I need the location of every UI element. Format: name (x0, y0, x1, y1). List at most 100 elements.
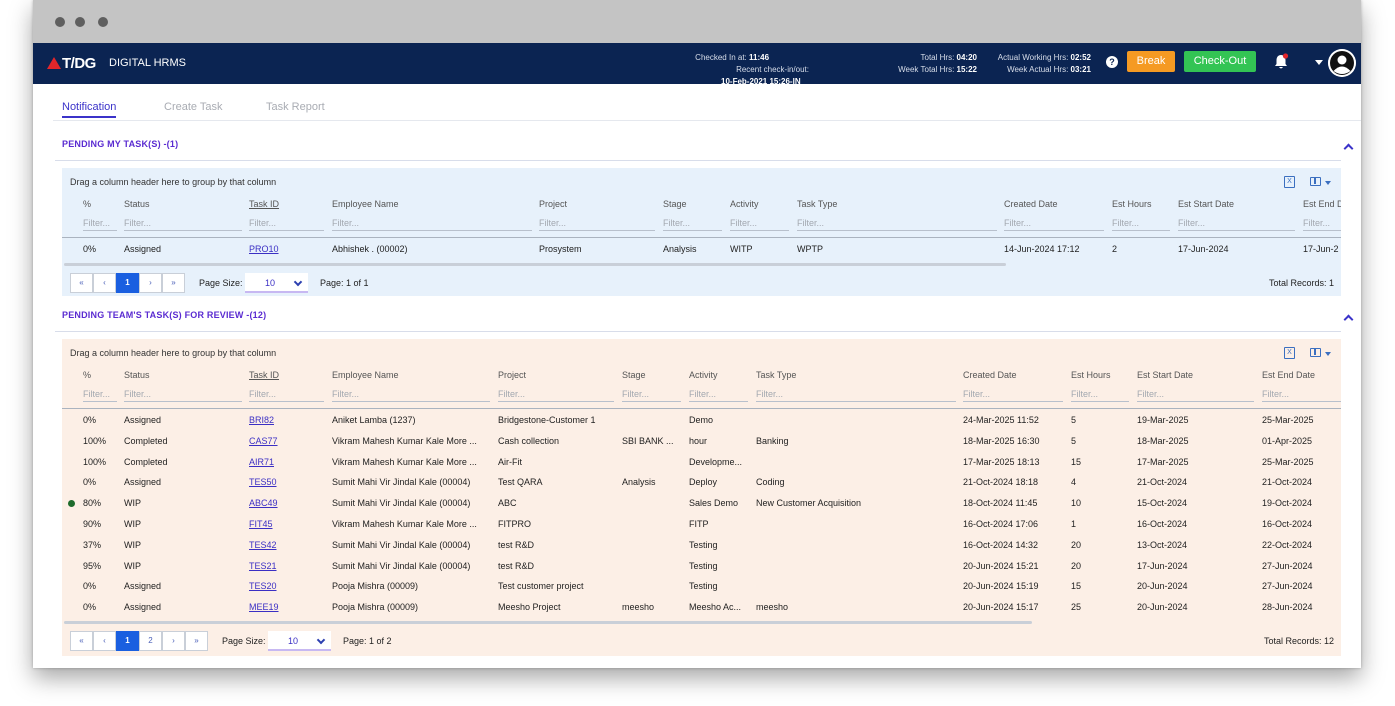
column-header[interactable]: Est End Date (1262, 370, 1315, 380)
column-header[interactable]: Stage (663, 199, 687, 209)
tab-notification[interactable]: Notification (62, 101, 117, 118)
column-header[interactable]: Task ID (249, 370, 279, 380)
column-header[interactable]: Task Type (756, 370, 796, 380)
column-header[interactable]: Employee Name (332, 370, 399, 380)
column-header[interactable]: % (83, 370, 91, 380)
help-icon[interactable]: ? (1106, 56, 1118, 68)
table-cell[interactable]: TES21 (249, 561, 277, 571)
table-cell: Coding (756, 477, 785, 488)
avatar[interactable] (1328, 49, 1356, 77)
column-header[interactable]: Created Date (963, 370, 1017, 380)
chevron-down-icon[interactable] (1325, 352, 1331, 356)
column-filter-input[interactable]: Filter... (498, 387, 614, 402)
column-filter-input[interactable]: Filter... (756, 387, 956, 402)
pager-next-button[interactable]: › (139, 273, 162, 293)
pager-last-button[interactable]: » (162, 273, 185, 293)
column-filter-input[interactable]: Filter... (539, 216, 655, 231)
table-cell[interactable]: TES42 (249, 540, 277, 550)
column-header[interactable]: Project (539, 199, 567, 209)
column-filter-input[interactable]: Filter... (249, 387, 324, 402)
table-cell[interactable]: AIR71 (249, 457, 274, 467)
table-cell[interactable]: TES20 (249, 581, 277, 591)
pager-first-button[interactable]: « (70, 631, 93, 651)
pager-page-button[interactable]: 1 (116, 631, 139, 651)
column-header[interactable]: Employee Name (332, 199, 399, 209)
column-header[interactable]: Stage (622, 370, 646, 380)
status-marker-icon (68, 500, 75, 508)
column-filter-input[interactable]: Filter... (1004, 216, 1104, 231)
horizontal-scrollbar[interactable] (64, 621, 1032, 624)
column-header[interactable]: Est Hours (1112, 199, 1152, 209)
column-filter-input[interactable]: Filter... (1178, 216, 1295, 231)
column-filter-input[interactable]: Filter... (332, 387, 490, 402)
pager-next-button[interactable]: › (162, 631, 185, 651)
table-cell: Sumit Mahi Vir Jindal Kale (00004) (332, 498, 471, 509)
column-filter-input[interactable]: Filter... (1112, 216, 1170, 231)
column-filter-input[interactable]: Filter... (1262, 387, 1341, 402)
column-filter-input[interactable]: Filter... (83, 387, 117, 402)
table-cell[interactable]: CAS77 (249, 436, 278, 446)
pager-first-button[interactable]: « (70, 273, 93, 293)
column-filter-input[interactable]: Filter... (124, 387, 242, 402)
table-cell[interactable]: PRO10 (249, 244, 279, 254)
excel-export-icon[interactable]: X (1284, 176, 1295, 188)
column-header[interactable]: Task ID (249, 199, 279, 209)
column-header[interactable]: Status (124, 370, 150, 380)
column-filter-input[interactable]: Filter... (622, 387, 681, 402)
column-filter-input[interactable]: Filter... (663, 216, 722, 231)
column-header[interactable]: % (83, 199, 91, 209)
horizontal-scrollbar[interactable] (64, 263, 1006, 266)
table-cell[interactable]: MEE19 (249, 602, 279, 612)
chevron-down-icon[interactable] (1325, 181, 1331, 185)
check-out-button[interactable]: Check-Out (1184, 51, 1256, 72)
column-filter-input[interactable]: Filter... (249, 216, 324, 231)
column-filter-input[interactable]: Filter... (797, 216, 997, 231)
page-size-select[interactable]: 10 (245, 273, 308, 293)
caret-down-icon[interactable] (1315, 60, 1323, 65)
table-cell[interactable]: BRI82 (249, 415, 274, 425)
column-filter-input[interactable]: Filter... (689, 387, 748, 402)
column-header[interactable]: Est End D (1303, 199, 1341, 209)
tab-create-task[interactable]: Create Task (164, 101, 223, 113)
chevron-up-icon[interactable] (1343, 143, 1354, 154)
column-filter-input[interactable]: Filter... (124, 216, 242, 231)
column-header[interactable]: Project (498, 370, 526, 380)
table-cell: Assigned (124, 244, 162, 254)
columns-icon[interactable] (1310, 177, 1321, 186)
column-filter-input[interactable]: Filter... (1303, 216, 1341, 231)
column-header[interactable]: Est Start Date (1137, 370, 1193, 380)
table-cell: 100% (83, 456, 107, 467)
break-button[interactable]: Break (1127, 51, 1175, 72)
pager-prev-button[interactable]: ‹ (93, 273, 116, 293)
table-cell[interactable]: FIT45 (249, 519, 273, 529)
chevron-up-icon[interactable] (1343, 314, 1354, 325)
pager-page-button[interactable]: 2 (139, 631, 162, 651)
bell-icon[interactable] (1273, 53, 1289, 71)
column-header[interactable]: Status (124, 199, 150, 209)
column-header[interactable]: Est Hours (1071, 370, 1111, 380)
page-size-select[interactable]: 10 (268, 631, 331, 651)
column-filter-input[interactable]: Filter... (332, 216, 532, 231)
tab-task-report[interactable]: Task Report (266, 101, 325, 113)
column-filter-input[interactable]: Filter... (1071, 387, 1129, 402)
column-header[interactable]: Activity (689, 370, 718, 380)
pager-page-button[interactable]: 1 (116, 273, 139, 293)
column-filter-input[interactable]: Filter... (730, 216, 789, 231)
table-cell[interactable]: ABC49 (249, 498, 278, 508)
column-header[interactable]: Activity (730, 199, 759, 209)
table-cell: 5 (1071, 435, 1077, 446)
column-header[interactable]: Est Start Date (1178, 199, 1234, 209)
pager-prev-button[interactable]: ‹ (93, 631, 116, 651)
table-cell: New Customer Acquisition (756, 498, 862, 509)
column-header[interactable]: Created Date (1004, 199, 1058, 209)
excel-export-icon[interactable]: X (1284, 347, 1295, 359)
table-cell[interactable]: TES50 (249, 477, 277, 487)
column-filter-input[interactable]: Filter... (83, 216, 117, 231)
column-filter-input[interactable]: Filter... (963, 387, 1063, 402)
logo[interactable]: T/DG (47, 55, 96, 72)
column-filter-input[interactable]: Filter... (1137, 387, 1254, 402)
columns-icon[interactable] (1310, 348, 1321, 357)
page-info: Page: 1 of 2 (343, 636, 392, 646)
pager-last-button[interactable]: » (185, 631, 208, 651)
column-header[interactable]: Task Type (797, 199, 837, 209)
